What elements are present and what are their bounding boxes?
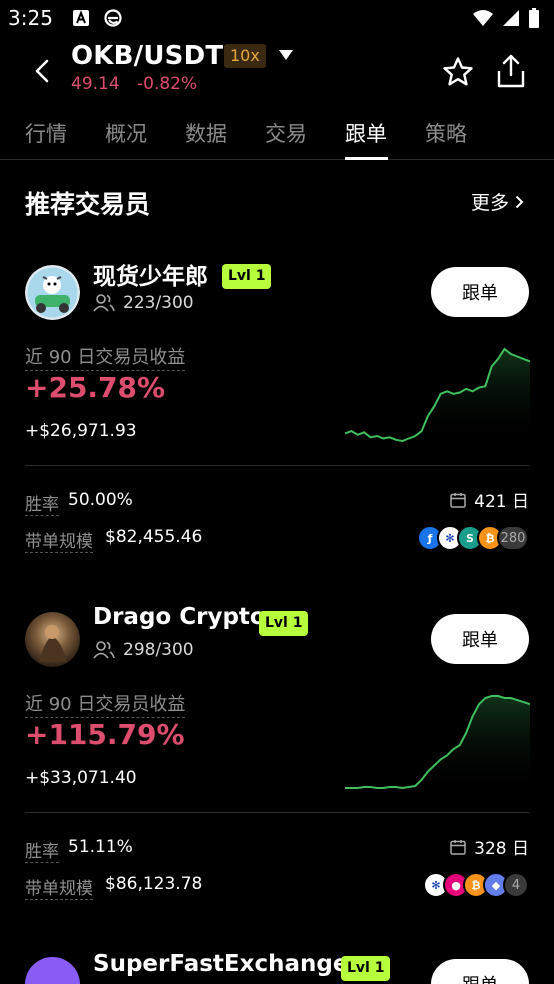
level-badge: Lvl 1	[259, 611, 309, 636]
trading-days-value: 421 日	[474, 492, 529, 512]
followers-value: 223/300	[123, 293, 194, 313]
browser-e-icon	[104, 9, 122, 27]
trading-days: 421 日	[450, 487, 529, 512]
win-rate-value: 51.11%	[68, 837, 133, 857]
coin-count: 4	[503, 872, 529, 898]
tab-data[interactable]: 数据	[185, 118, 227, 148]
status-time: 3:25	[8, 6, 53, 30]
level-badge: Lvl 1	[341, 956, 391, 981]
aum-value: $86,123.78	[105, 874, 203, 894]
tab-market[interactable]: 行情	[25, 118, 67, 148]
calendar-icon	[450, 839, 466, 855]
users-icon	[93, 294, 115, 312]
users-icon	[93, 641, 115, 659]
win-rate-label: 胜率	[25, 837, 59, 863]
copy-trade-button[interactable]: 跟单	[431, 959, 529, 984]
pair-title[interactable]: OKB/USDT	[71, 41, 223, 71]
pnl-label: 近 90 日交易员收益	[25, 690, 186, 718]
card-divider	[25, 465, 529, 466]
trader-card[interactable]: 现货少年郎 Lvl 1 223/300 跟单 近 90 日交易员收益 +25.7…	[0, 255, 554, 602]
trading-days: 328 日	[450, 834, 529, 859]
coin-count: 280	[497, 525, 529, 551]
share-icon[interactable]	[496, 54, 526, 88]
wifi-icon	[473, 10, 493, 26]
active-tab-indicator	[345, 157, 388, 160]
level-badge: Lvl 1	[222, 264, 272, 289]
trader-avatar	[25, 265, 80, 320]
aum-label: 带单规模	[25, 527, 93, 553]
tab-copy-trading[interactable]: 跟单	[345, 118, 387, 148]
followers-count: 223/300	[93, 293, 194, 313]
leverage-badge: 10x	[224, 44, 266, 68]
aum-label: 带单规模	[25, 874, 93, 900]
back-arrow-icon[interactable]	[30, 58, 56, 84]
trader-card[interactable]: Drago Crypto Lvl 1 298/300 跟单 近 90 日交易员收…	[0, 602, 554, 949]
tab-overview[interactable]: 概况	[105, 118, 147, 148]
trading-days-value: 328 日	[474, 839, 529, 859]
section-title: 推荐交易员	[25, 190, 151, 219]
copy-trade-button[interactable]: 跟单	[431, 614, 529, 664]
pnl-percent: +25.78%	[25, 371, 166, 404]
followers-value: 298/300	[123, 640, 194, 660]
sparkline-area	[345, 349, 530, 445]
signal-icon	[503, 10, 519, 26]
pnl-amount: +$26,971.93	[25, 421, 137, 441]
sparkline-area	[345, 696, 530, 792]
calendar-icon	[450, 492, 466, 508]
win-rate-label: 胜率	[25, 490, 59, 516]
tab-trade[interactable]: 交易	[265, 118, 307, 148]
trader-avatar	[25, 957, 80, 984]
pnl-percent: +115.79%	[25, 718, 185, 751]
price-change: -0.82%	[137, 74, 198, 94]
pnl-amount: +$33,071.40	[25, 768, 137, 788]
trader-name[interactable]: 现货少年郎	[93, 257, 208, 291]
status-bar: 3:25	[0, 0, 554, 38]
more-link[interactable]: 更多	[471, 188, 524, 215]
followers-count: 298/300	[93, 640, 194, 660]
caret-down-icon[interactable]	[278, 49, 294, 61]
trader-name[interactable]: SuperFastExchanger	[93, 951, 360, 977]
tab-strategy[interactable]: 策略	[425, 118, 467, 148]
more-label: 更多	[470, 192, 509, 214]
battery-icon	[529, 8, 539, 28]
trader-avatar	[25, 612, 80, 667]
pnl-sparkline	[345, 695, 530, 792]
coin-list: ƒ ✻ S ₿ 280	[417, 525, 529, 551]
market-header: OKB/USDT 10x 49.14 -0.82%	[0, 38, 554, 102]
trader-name[interactable]: Drago Crypto	[93, 604, 266, 630]
aum-value: $82,455.46	[105, 527, 203, 547]
market-tabs: 行情 概况 数据 交易 跟单 策略	[0, 102, 554, 160]
trader-card[interactable]: SuperFastExchanger Lvl 1 跟单	[0, 949, 554, 984]
star-icon[interactable]	[442, 56, 474, 88]
card-divider	[25, 812, 529, 813]
pnl-label: 近 90 日交易员收益	[25, 343, 186, 371]
coin-list: ✻ ● ₿ ◆ 4	[423, 872, 529, 898]
pnl-sparkline	[345, 347, 530, 445]
chevron-right-icon	[515, 195, 524, 208]
copy-trade-button[interactable]: 跟单	[431, 267, 529, 317]
last-price: 49.14	[71, 74, 120, 94]
win-rate-value: 50.00%	[68, 490, 133, 510]
notification-a-icon	[73, 10, 89, 26]
